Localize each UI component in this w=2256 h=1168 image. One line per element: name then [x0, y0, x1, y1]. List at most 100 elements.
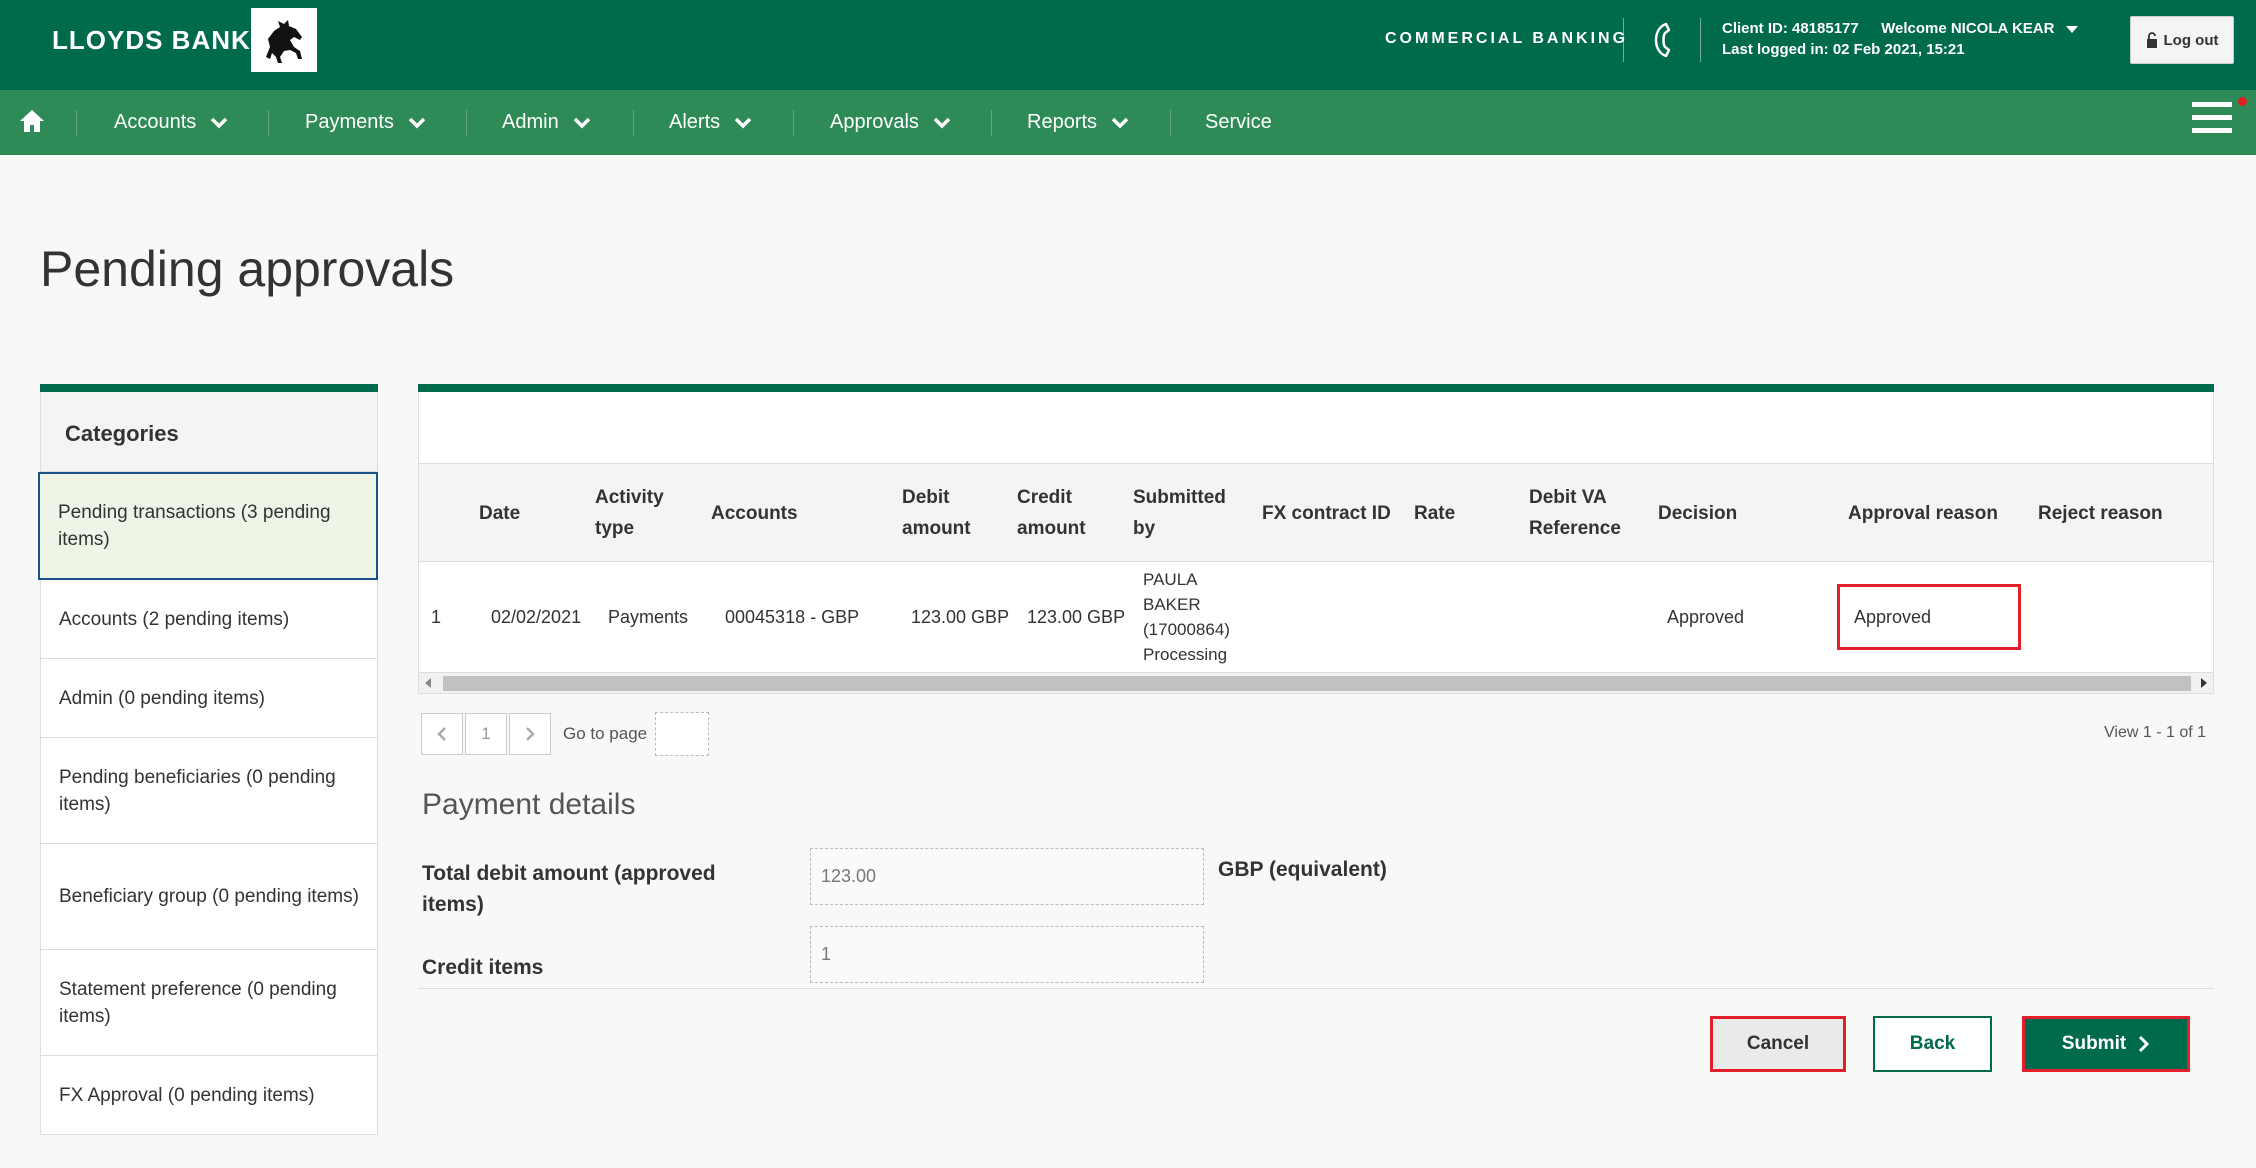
col-debit-va-reference[interactable]: Debit VA Reference	[1529, 464, 1639, 562]
prev-page-button[interactable]	[421, 713, 463, 755]
nav-label: Alerts	[669, 111, 721, 133]
cell-accounts: 00045318 - GBP	[725, 606, 860, 627]
payment-details-title: Payment details	[422, 788, 636, 821]
col-reject-reason[interactable]: Reject reason	[2038, 464, 2188, 562]
nav-approvals[interactable]: Approvals	[830, 90, 951, 155]
cancel-button[interactable]: Cancel	[1710, 1016, 1846, 1072]
nav-alerts[interactable]: Alerts	[669, 90, 752, 155]
category-label: Beneficiary group (0 pending items)	[59, 886, 359, 907]
header-divider	[1700, 18, 1701, 62]
next-page-button[interactable]	[509, 713, 551, 755]
chevron-right-icon	[2139, 1035, 2150, 1053]
black-horse-icon[interactable]	[251, 8, 317, 72]
commercial-banking-label: COMMERCIAL BANKING	[1385, 30, 1629, 47]
hamburger-menu-icon[interactable]	[2192, 100, 2232, 136]
category-label: FX Approval (0 pending items)	[59, 1084, 315, 1106]
nav-admin[interactable]: Admin	[502, 90, 591, 155]
scroll-left-icon[interactable]	[425, 678, 431, 688]
category-label: Accounts (2 pending items)	[59, 608, 290, 630]
col-debit-amount[interactable]: Debit amount	[902, 464, 992, 562]
approval-reason-input[interactable]: Approved	[1837, 584, 2021, 650]
credit-items-label: Credit items	[422, 956, 544, 979]
page-title: Pending approvals	[40, 241, 455, 297]
nav-divider	[1170, 110, 1171, 136]
category-admin[interactable]: Admin (0 pending items)	[40, 659, 378, 738]
col-accounts[interactable]: Accounts	[711, 464, 831, 562]
nav-accounts[interactable]: Accounts	[114, 90, 228, 155]
panel-accent-bar	[418, 384, 2214, 392]
approvals-table-panel: Date Activity type Accounts Debit amount…	[418, 384, 2214, 694]
category-fx-approval[interactable]: FX Approval (0 pending items)	[40, 1056, 378, 1135]
col-rate[interactable]: Rate	[1414, 464, 1484, 562]
nav-divider	[633, 110, 634, 136]
category-pending-beneficiaries[interactable]: Pending beneficiaries (0 pending items)	[40, 738, 378, 844]
category-accounts[interactable]: Accounts (2 pending items)	[40, 580, 378, 659]
client-id: Client ID: 48185177	[1722, 20, 1859, 37]
scrollbar-thumb[interactable]	[443, 676, 2191, 691]
nav-label: Accounts	[114, 111, 197, 133]
col-approval-reason[interactable]: Approval reason	[1848, 464, 2008, 562]
chevron-down-icon	[211, 117, 228, 128]
padlock-icon	[2146, 31, 2157, 48]
cell-submitted-by: PAULA BAKER (17000864) Processing	[1143, 562, 1253, 672]
go-to-page-input[interactable]	[655, 712, 710, 756]
cell-debit-amount: 123.00 GBP	[911, 606, 1010, 627]
nav-payments[interactable]: Payments	[305, 90, 426, 155]
submit-label: Submit	[2061, 1033, 2127, 1054]
categories-heading: Categories	[40, 392, 378, 472]
chevron-down-icon	[573, 117, 590, 128]
col-fx-contract-id[interactable]: FX contract ID	[1262, 464, 1402, 562]
nav-service[interactable]: Service	[1205, 90, 1272, 155]
total-debit-label: Total debit amount (approved items)	[422, 862, 716, 916]
home-icon[interactable]	[18, 108, 46, 134]
col-credit-amount[interactable]: Credit amount	[1017, 464, 1107, 562]
main-nav: Accounts Payments Admin Alerts Approvals…	[0, 90, 2256, 155]
current-page: 1	[465, 713, 507, 755]
submitter-name: PAULA BAKER	[1143, 570, 1201, 614]
chevron-down-icon	[933, 117, 951, 128]
nav-label: Admin	[502, 111, 559, 133]
categories-sidebar: Categories Pending transactions (3 pendi…	[38, 384, 378, 1135]
nav-divider	[991, 110, 992, 136]
header-divider	[1623, 18, 1624, 62]
nav-reports[interactable]: Reports	[1027, 90, 1129, 155]
col-submitted-by[interactable]: Submitted by	[1133, 464, 1243, 562]
total-debit-field: 123.00	[810, 848, 1204, 905]
submitter-id: (17000864)	[1143, 620, 1230, 639]
chevron-down-icon[interactable]	[2066, 25, 2079, 33]
welcome-user-menu[interactable]: Welcome NICOLA KEAR	[1881, 20, 2054, 37]
chevron-down-icon	[734, 117, 752, 128]
go-to-page-label: Go to page	[563, 724, 648, 743]
chevron-down-icon	[1111, 117, 1129, 128]
view-count: View 1 - 1 of 1	[2104, 724, 2206, 741]
phone-icon[interactable]	[1652, 22, 1674, 58]
nav-label: Reports	[1027, 111, 1098, 133]
category-label: Statement preference (0 pending items)	[59, 978, 337, 1027]
nav-label: Payments	[305, 111, 394, 133]
category-pending-transactions[interactable]: Pending transactions (3 pending items)	[38, 472, 378, 580]
nav-divider	[466, 110, 467, 136]
col-decision[interactable]: Decision	[1658, 464, 1768, 562]
category-statement-preference[interactable]: Statement preference (0 pending items)	[40, 950, 378, 1056]
top-header: LLOYDS BANK COMMERCIAL BANKING Client ID…	[0, 0, 2256, 90]
category-label: Pending transactions (3 pending items)	[58, 502, 331, 550]
scroll-right-icon[interactable]	[2201, 678, 2207, 688]
chevron-left-icon	[437, 727, 446, 741]
table-row[interactable]: 1 02/02/2021 Payments 00045318 - GBP 123…	[418, 562, 2214, 672]
submission-status: Processing	[1143, 645, 1228, 664]
back-button[interactable]: Back	[1873, 1016, 1992, 1072]
cell-activity-type: Payments	[608, 606, 689, 627]
table-header: Date Activity type Accounts Debit amount…	[418, 464, 2214, 562]
logout-label: Log out	[2163, 31, 2219, 49]
submit-button[interactable]: Submit	[2022, 1016, 2190, 1072]
cell-decision-select[interactable]: Approved	[1667, 562, 1744, 672]
total-debit-unit: GBP (equivalent)	[1218, 858, 1387, 881]
nav-divider	[793, 110, 794, 136]
col-activity-type[interactable]: Activity type	[595, 464, 695, 562]
horizontal-scrollbar[interactable]	[418, 672, 2214, 694]
category-label: Admin (0 pending items)	[59, 687, 265, 709]
notification-dot	[2238, 97, 2247, 106]
logout-button[interactable]: Log out	[2130, 16, 2234, 64]
col-date[interactable]: Date	[479, 464, 579, 562]
category-beneficiary-group[interactable]: Beneficiary group (0 pending items)	[40, 844, 378, 950]
